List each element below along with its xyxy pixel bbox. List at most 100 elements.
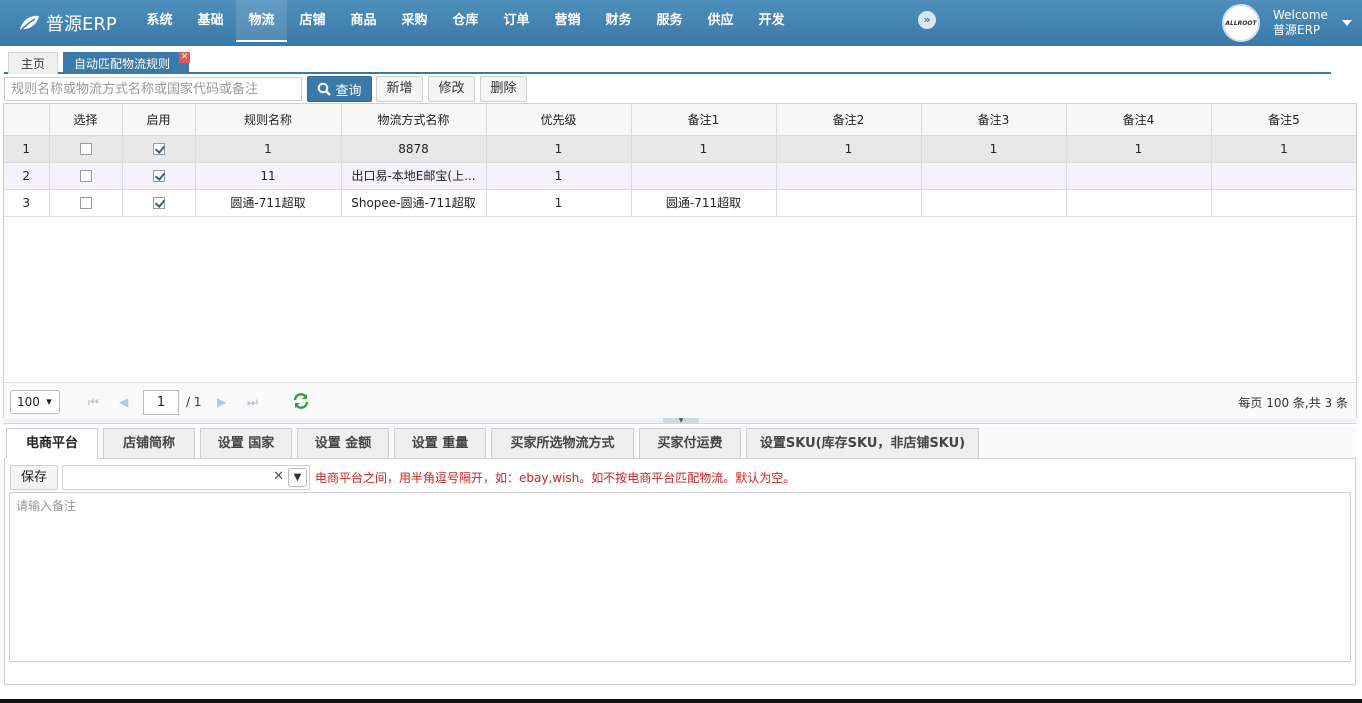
platform-combobox[interactable]: ✕ ▼: [62, 465, 310, 490]
column-header[interactable]: 备注1: [631, 104, 777, 136]
cell-method: 8878: [341, 135, 487, 163]
row-number: 3: [4, 189, 50, 217]
detail-tabs: 电商平台 店铺简称 设置 国家 设置 金额 设置 重量 买家所选物流方式 买家付运费 设置SK…: [4, 426, 1356, 459]
detail-tab[interactable]: 设置 国家: [200, 428, 292, 459]
enabled-checkbox[interactable]: [152, 170, 165, 182]
nav-item[interactable]: 营销: [542, 0, 593, 42]
avatar[interactable]: ALLROOT: [1222, 4, 1260, 42]
nav-item[interactable]: 物流: [236, 0, 287, 42]
cell-note5: [1211, 189, 1356, 217]
table-body: 1 1 8878 1 1 1 1 1 1 2 11 出口易-本地E邮宝(上... 1 3 圆通-711超取 S…: [4, 135, 1356, 217]
panel-splitter[interactable]: ▼: [3, 418, 1357, 424]
cell-note4: [1066, 189, 1212, 217]
caret-down-icon[interactable]: [1341, 20, 1352, 26]
edit-button[interactable]: 修改: [428, 76, 475, 102]
select-checkbox[interactable]: [79, 170, 92, 182]
nav-item[interactable]: 采购: [389, 0, 440, 42]
user-name: 普源ERP: [1273, 23, 1321, 37]
select-checkbox[interactable]: [79, 197, 92, 209]
detail-tab[interactable]: 设置SKU(库存SKU，非店铺SKU): [746, 428, 979, 459]
enabled-checkbox[interactable]: [152, 143, 165, 155]
select-checkbox[interactable]: [79, 143, 92, 155]
detail-tab[interactable]: 设置 金额: [297, 428, 389, 459]
search-icon: [318, 82, 332, 96]
column-header[interactable]: 规则名称: [195, 104, 342, 136]
add-button[interactable]: 新增: [376, 76, 423, 102]
close-icon[interactable]: ✕: [179, 52, 190, 63]
search-input[interactable]: [4, 77, 302, 101]
column-header[interactable]: 选择: [49, 104, 123, 136]
cell-rule-name: 1: [195, 135, 342, 163]
page-number-input[interactable]: 1: [143, 390, 179, 415]
detail-tab[interactable]: 买家付运费: [639, 428, 741, 459]
top-navbar: 普源ERP 系统 基础 物流 店铺 商品 采购 仓库 订单 营销 财务 服务 供应 开发 » ALLRO…: [0, 0, 1362, 46]
leaf-icon: [20, 15, 39, 31]
brand-logo[interactable]: 普源ERP: [18, 9, 117, 37]
cell-note1: [631, 162, 777, 190]
table-row[interactable]: 2 11 出口易-本地E邮宝(上... 1: [4, 162, 1356, 190]
collapse-arrow-icon[interactable]: ▼: [663, 418, 699, 424]
nav-item[interactable]: 店铺: [287, 0, 338, 42]
row-number: 2: [4, 162, 50, 190]
tab-home[interactable]: 主页: [8, 52, 58, 74]
cell-priority: 1: [486, 162, 632, 190]
column-header[interactable]: 备注5: [1211, 104, 1356, 136]
page-tabs: 主页 自动匹配物流规则 ✕: [4, 50, 1331, 74]
enabled-checkbox[interactable]: [152, 197, 165, 209]
cell-note3: [921, 189, 1067, 217]
chevron-down-icon[interactable]: ▼: [288, 468, 307, 487]
detail-tab[interactable]: 电商平台: [6, 428, 98, 459]
cell-note3: [921, 162, 1067, 190]
nav-item[interactable]: 订单: [491, 0, 542, 42]
checkbox-cell: [49, 135, 123, 163]
nav-item[interactable]: 服务: [644, 0, 695, 42]
nav-item[interactable]: 仓库: [440, 0, 491, 42]
nav-item[interactable]: 商品: [338, 0, 389, 42]
platform-hint: 电商平台之间，用半角逗号隔开，如：ebay,wish。如不按电商平台匹配物流。默…: [315, 471, 796, 485]
column-header[interactable]: 备注3: [921, 104, 1067, 136]
collapse-toggle-icon[interactable]: »: [918, 11, 936, 29]
nav-item[interactable]: 供应: [695, 0, 746, 42]
cell-method: 出口易-本地E邮宝(上...: [341, 162, 487, 190]
cell-note2: [776, 189, 922, 217]
clear-icon[interactable]: ✕: [273, 469, 284, 484]
detail-tab[interactable]: 店铺简称: [103, 428, 195, 459]
column-header[interactable]: 备注4: [1066, 104, 1212, 136]
prev-page-icon[interactable]: ◀: [119, 395, 128, 409]
page-size-value: 100: [17, 395, 40, 409]
table-row[interactable]: 3 圆通-711超取 Shopee-圆通-711超取 1 圆通-711超取: [4, 189, 1356, 217]
save-button[interactable]: 保存: [10, 465, 58, 490]
nav-item[interactable]: 系统: [134, 0, 185, 42]
column-header[interactable]: 物流方式名称: [341, 104, 487, 136]
nav-item[interactable]: 财务: [593, 0, 644, 42]
nav-item[interactable]: 基础: [185, 0, 236, 42]
user-info: Welcome 普源ERP: [1273, 8, 1328, 38]
refresh-icon[interactable]: [292, 393, 310, 409]
column-header[interactable]: [4, 104, 50, 136]
checkbox-cell: [122, 162, 196, 190]
pager-info: 每页 100 条,共 3 条: [1238, 396, 1348, 410]
next-page-icon[interactable]: ▶: [217, 395, 226, 409]
first-page-icon[interactable]: ⏮: [88, 395, 99, 410]
column-header[interactable]: 备注2: [776, 104, 922, 136]
delete-button[interactable]: 删除: [480, 76, 527, 102]
note-textarea[interactable]: [9, 492, 1351, 662]
nav-item[interactable]: 开发: [746, 0, 797, 42]
cell-rule-name: 圆通-711超取: [195, 189, 342, 217]
cell-rule-name: 11: [195, 162, 342, 190]
user-menu[interactable]: ALLROOT Welcome 普源ERP: [1222, 4, 1352, 42]
column-header[interactable]: 优先级: [486, 104, 632, 136]
avatar-logo-text: ALLROOT: [1225, 19, 1257, 27]
main-nav: 系统 基础 物流 店铺 商品 采购 仓库 订单 营销 财务 服务 供应 开发: [134, 0, 797, 46]
query-button[interactable]: 查询: [307, 76, 372, 102]
page-size-select[interactable]: 100 ▾: [10, 390, 60, 414]
checkbox-cell: [122, 189, 196, 217]
table-row[interactable]: 1 1 8878 1 1 1 1 1 1: [4, 135, 1356, 163]
detail-tab[interactable]: 买家所选物流方式: [491, 428, 634, 459]
checkbox-cell: [49, 189, 123, 217]
column-header[interactable]: 启用: [122, 104, 196, 136]
detail-tab[interactable]: 设置 重量: [394, 428, 486, 459]
cell-note5: 1: [1211, 135, 1356, 163]
tab-auto-match-rules[interactable]: 自动匹配物流规则: [63, 52, 189, 74]
last-page-icon[interactable]: ⏭: [247, 395, 258, 410]
